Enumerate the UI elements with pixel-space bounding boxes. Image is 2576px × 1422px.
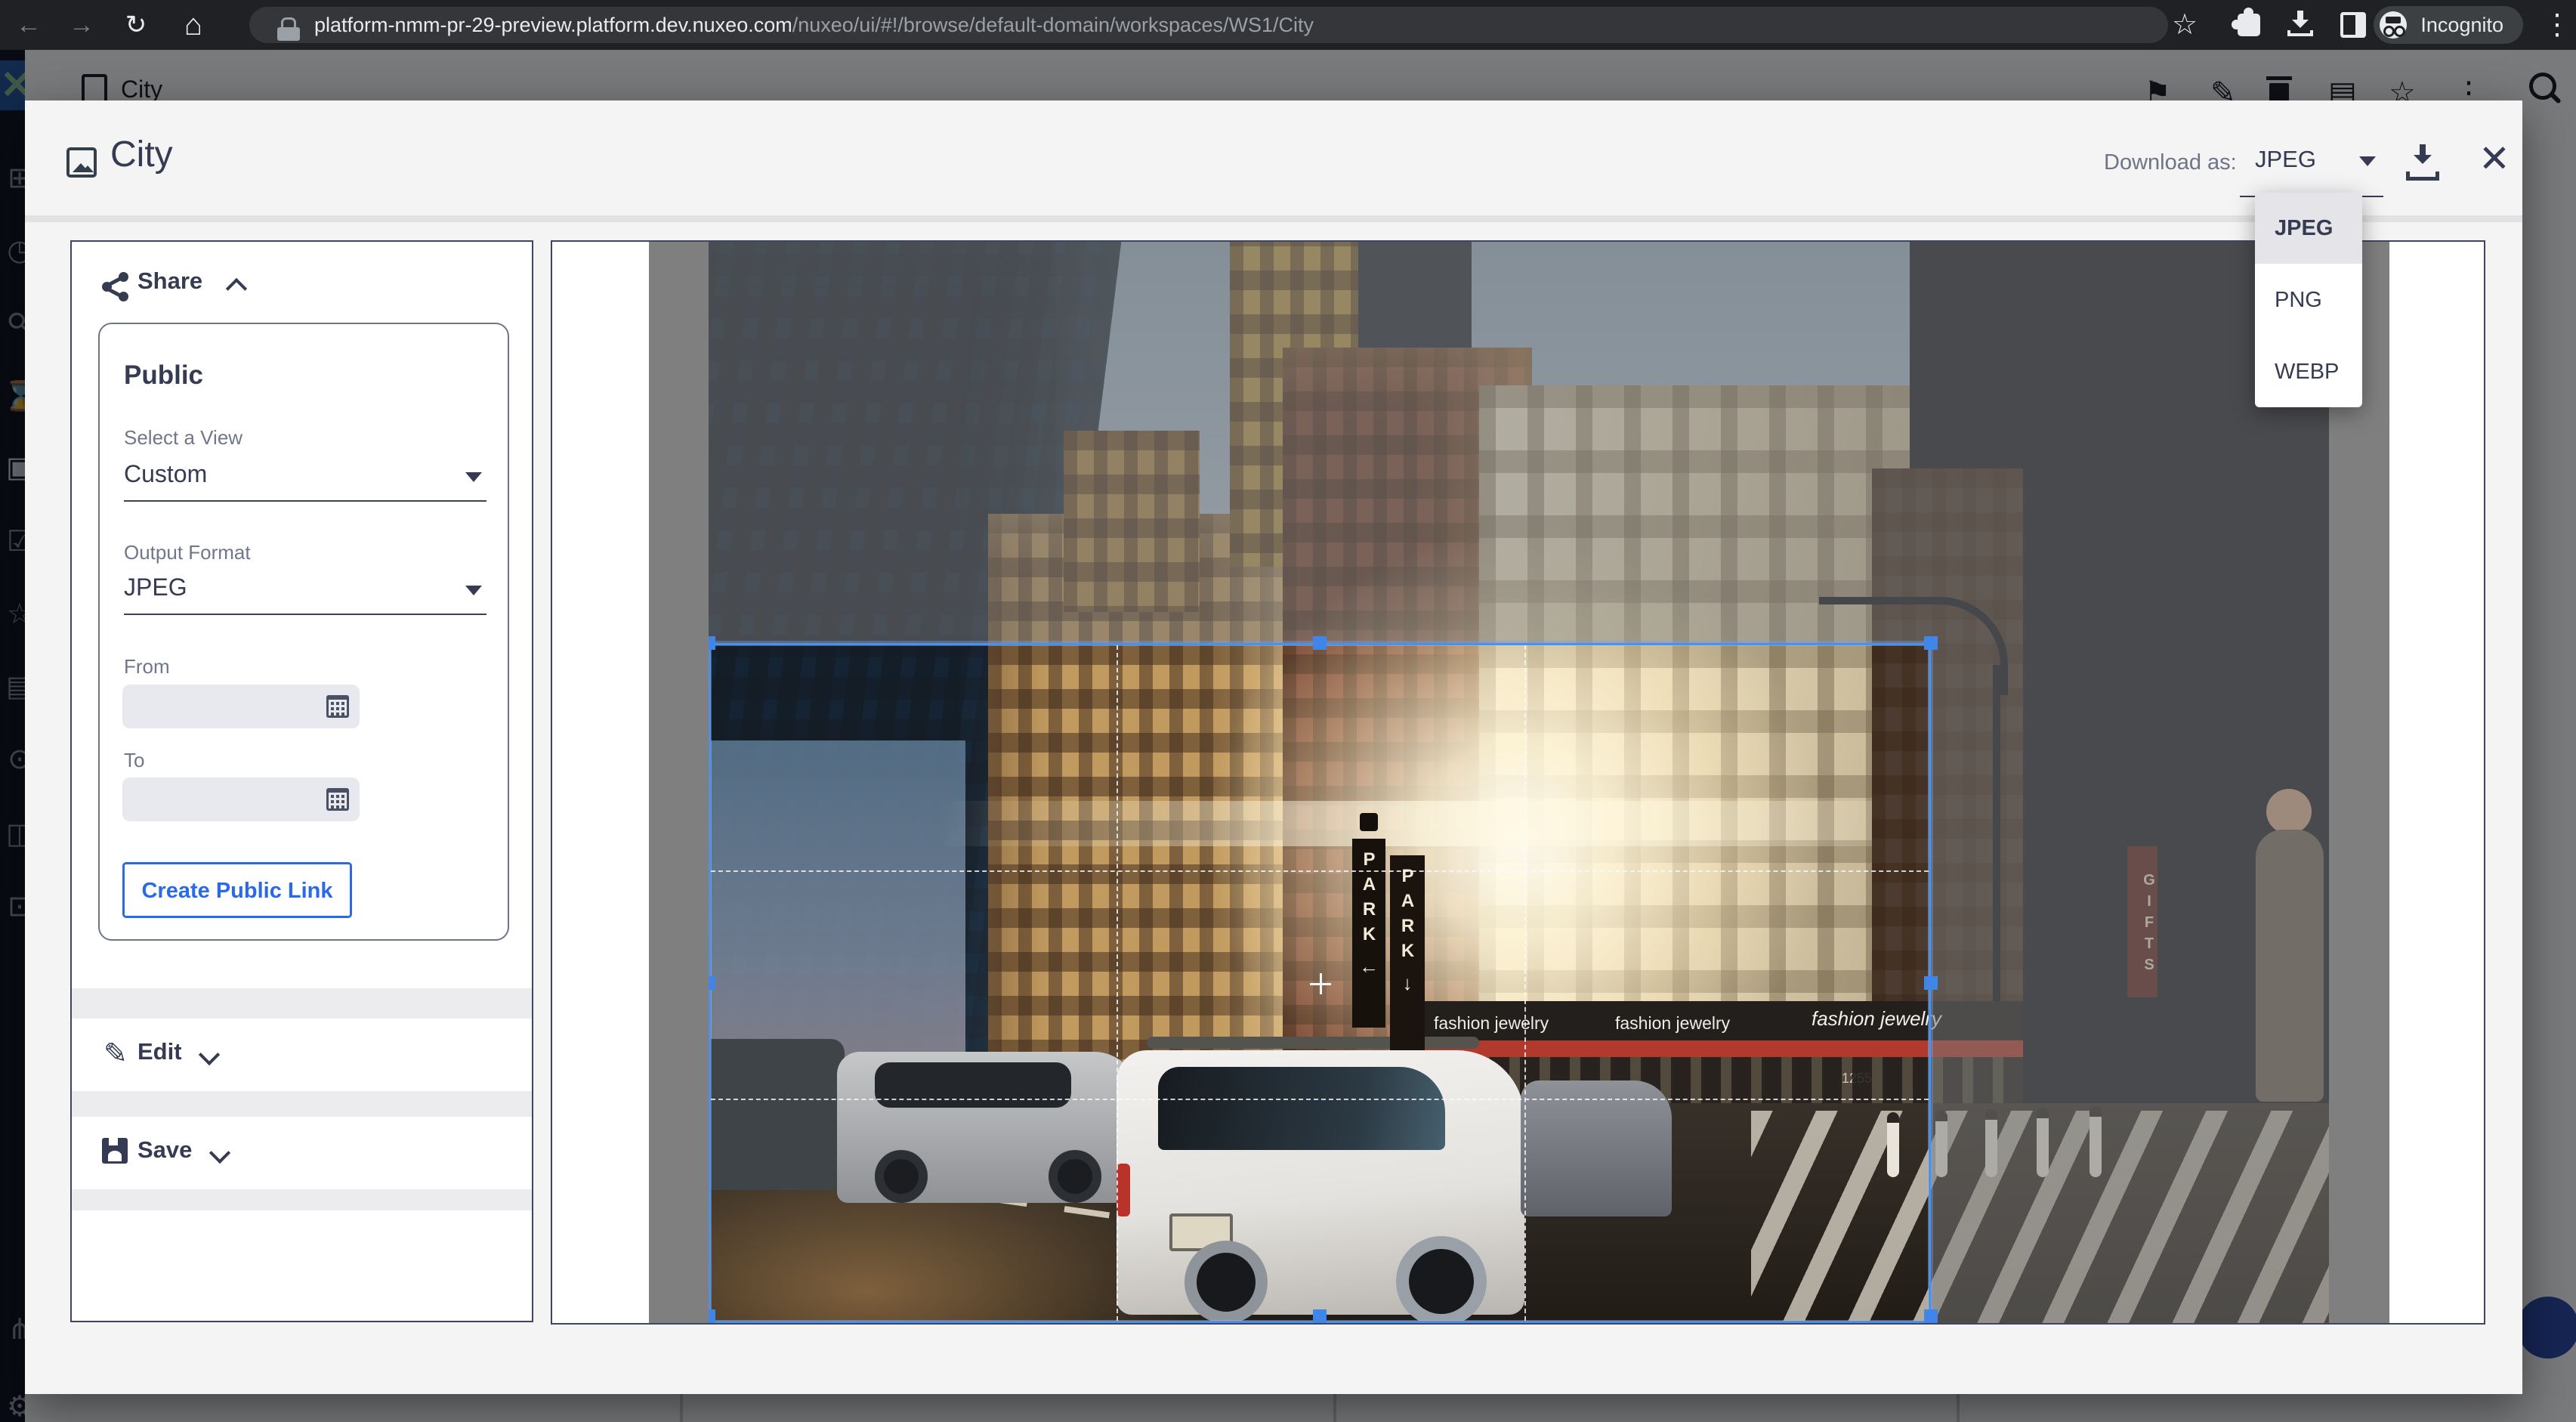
select-view-dropdown[interactable]: Custom (124, 460, 207, 488)
chevron-up-icon (226, 278, 247, 299)
header-divider (25, 215, 2522, 222)
card-title: Public (124, 360, 203, 391)
home-icon[interactable]: ⌂ (171, 0, 216, 50)
crop-handle-sw[interactable] (709, 1309, 715, 1323)
select-underline (124, 500, 486, 502)
output-format-dropdown[interactable]: JPEG (124, 573, 187, 601)
share-section: Share Public Select a View Custom Output… (72, 242, 532, 988)
crop-handle-ne[interactable] (1924, 636, 1938, 650)
crop-handle-nw[interactable] (709, 636, 715, 650)
crop-handle-w[interactable] (709, 976, 715, 990)
calendar-icon[interactable] (326, 695, 349, 718)
edit-header: Edit (137, 1038, 182, 1065)
from-date-input[interactable] (122, 685, 360, 728)
downloads-icon[interactable] (2287, 11, 2313, 36)
crop-handle-e[interactable] (1924, 976, 1938, 990)
browser-menu-icon[interactable]: ⋮ (2534, 0, 2576, 50)
panel-filler (72, 1210, 532, 1321)
address-bar[interactable]: platform-nmm-pr-29-preview.platform.dev.… (249, 7, 2168, 43)
save-icon (102, 1138, 128, 1164)
crop-selection[interactable] (709, 643, 1931, 1323)
thirds-guide (711, 1099, 1929, 1100)
pencil-icon: ✎ (103, 1037, 128, 1071)
picture-type-icon (66, 147, 97, 178)
thirds-guide (711, 870, 1929, 872)
select-underline (124, 614, 486, 615)
close-icon[interactable]: ✕ (2479, 140, 2510, 178)
city-photo[interactable]: GIFTS fashion jewelry fashion jewelry fa… (709, 242, 2329, 1323)
reload-icon[interactable]: ↻ (113, 0, 159, 50)
menu-item-png[interactable]: PNG (2255, 264, 2362, 335)
lock-icon (281, 17, 296, 29)
image-viewer-modal: City Download as: JPEG ✕ Share Public Se… (25, 100, 2522, 1394)
crop-handle-se[interactable] (1924, 1309, 1938, 1323)
bookmark-star-icon[interactable]: ☆ (2162, 0, 2207, 50)
download-format-select[interactable]: JPEG (2255, 146, 2316, 173)
create-public-link-button[interactable]: Create Public Link (122, 862, 352, 918)
select-view-label: Select a View (124, 426, 242, 450)
url-text: platform-nmm-pr-29-preview.platform.dev.… (314, 7, 1314, 43)
preview-container: GIFTS fashion jewelry fashion jewelry fa… (551, 240, 2485, 1325)
to-date-input[interactable] (122, 777, 360, 821)
chevron-down-icon (465, 472, 482, 482)
menu-item-webp[interactable]: WEBP (2255, 336, 2362, 407)
crop-handle-s[interactable] (1313, 1309, 1327, 1323)
calendar-icon[interactable] (326, 788, 349, 811)
from-label: From (124, 655, 170, 679)
extensions-icon[interactable] (2238, 14, 2260, 36)
download-button[interactable] (2406, 144, 2439, 181)
output-format-label: Output Format (124, 541, 251, 564)
incognito-icon (2380, 11, 2407, 39)
side-panel-icon[interactable] (2340, 12, 2366, 38)
actions-panel: Share Public Select a View Custom Output… (70, 240, 533, 1322)
back-icon[interactable]: ← (6, 0, 51, 50)
download-as-label: Download as: (2104, 150, 2237, 175)
screen: ← → ↻ ⌂ platform-nmm-pr-29-preview.platf… (0, 0, 2576, 1422)
share-icon (102, 272, 129, 302)
chevron-down-icon (465, 586, 482, 595)
format-dropdown-menu: JPEG PNG WEBP (2255, 193, 2362, 407)
thirds-guide (1524, 645, 1526, 1321)
to-label: To (124, 749, 144, 772)
crop-shade-top (709, 242, 2329, 643)
chevron-down-icon (209, 1142, 230, 1164)
browser-toolbar: ← → ↻ ⌂ platform-nmm-pr-29-preview.platf… (0, 0, 2576, 50)
save-section[interactable]: Save (72, 1117, 532, 1189)
crop-handle-n[interactable] (1313, 636, 1327, 650)
share-header[interactable]: Share (137, 267, 202, 295)
public-share-card: Public Select a View Custom Output Forma… (98, 323, 509, 941)
image-viewer: GIFTS fashion jewelry fashion jewelry fa… (649, 242, 2389, 1323)
forward-icon[interactable]: → (59, 0, 104, 50)
menu-item-jpeg[interactable]: JPEG (2255, 193, 2362, 264)
chevron-down-icon (199, 1044, 220, 1065)
modal-title: City (110, 134, 173, 175)
incognito-badge: Incognito (2374, 6, 2523, 44)
save-header: Save (137, 1136, 192, 1164)
thirds-guide (1117, 645, 1118, 1321)
edit-section[interactable]: ✎ Edit (72, 1019, 532, 1091)
crop-shade-right (1931, 643, 2329, 1323)
chevron-down-icon (2359, 156, 2376, 166)
